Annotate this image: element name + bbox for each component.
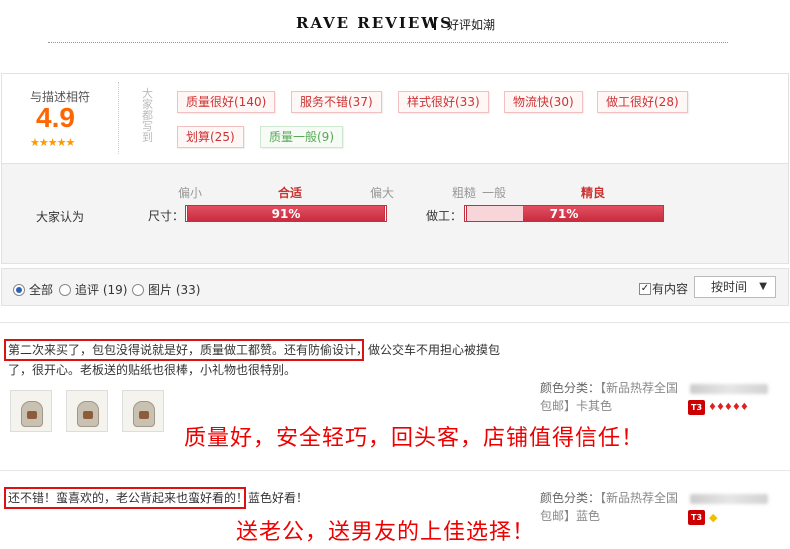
rating-score: 4.9 <box>36 102 75 133</box>
review-text: 第二次来买了，包包没得说就是好，质量做工都赞。还有防偷设计，做公交车不用担心被摸… <box>8 340 508 380</box>
username-blurred <box>690 494 768 504</box>
summary-top: 与描述相符 4.9 ★★★★★ 大家都写到 质量很好(140) 服务不错(37)… <box>2 74 788 164</box>
filter-followup[interactable]: 追评 (19) <box>59 281 127 298</box>
size-tick-left <box>185 205 188 222</box>
review-photo-thumbnail[interactable] <box>66 390 108 432</box>
section-title: RAVE REVIEWS <box>296 14 453 32</box>
tag-quality-good[interactable]: 质量很好(140) <box>177 91 276 113</box>
divider <box>0 322 790 323</box>
size-low-label: 偏小 <box>178 186 203 200</box>
rating-summary: 与描述相符 4.9 ★★★★★ 大家都写到 质量很好(140) 服务不错(37)… <box>1 73 789 264</box>
review-item: 还不错！蛮喜欢的，老公背起来也蛮好看的！蓝色好看！ 送老公，送男友的上佳选择！ … <box>0 470 790 549</box>
tag-good-value[interactable]: 划算(25) <box>177 126 244 148</box>
filter-images[interactable]: 图片 (33) <box>132 281 200 298</box>
user-level-badge: T3 <box>688 400 705 415</box>
user-level-badge: T3 <box>688 510 705 525</box>
chevron-down-icon: ▼ <box>759 281 767 292</box>
tags-vertical-label: 大家都写到 <box>142 87 153 144</box>
review-text-rest: 做公交车不用担心被摸包 <box>368 343 501 357</box>
review-annotation: 送老公，送男友的上佳选择！ <box>236 520 536 545</box>
checkbox-checked-icon[interactable]: ✓ <box>639 282 651 295</box>
review-sku: 颜色分类：【新品热荐全国包邮】卡其色 <box>540 381 679 413</box>
section-header: RAVE REVIEWS 好评如潮 <box>0 0 790 45</box>
radio-icon[interactable] <box>59 283 71 296</box>
section-subtitle: 好评如潮 <box>447 18 496 32</box>
size-bar: 91% <box>185 205 387 222</box>
review-sku: 颜色分类：【新品热荐全国包邮】蓝色 <box>540 491 679 523</box>
radio-icon[interactable] <box>13 283 25 296</box>
work-high-label: 精良 <box>581 186 606 200</box>
divider <box>0 470 790 471</box>
tag-shipping-fast[interactable]: 物流快(30) <box>504 91 583 113</box>
title-divider <box>434 17 436 30</box>
tag-workmanship-good[interactable]: 做工很好(28) <box>597 91 688 113</box>
work-low-label: 粗糙 <box>452 186 477 200</box>
size-percent: 91% <box>271 207 301 221</box>
review-photo-thumbnail[interactable] <box>122 390 164 432</box>
review-photo-thumbnail[interactable] <box>10 390 52 432</box>
tag-quality-average[interactable]: 质量一般(9) <box>260 126 343 148</box>
crowd-label: 大家认为 <box>36 210 85 224</box>
work-bar: 71% <box>464 205 664 222</box>
size-label: 尺寸： <box>148 209 185 223</box>
size-mid-label: 合适 <box>278 186 303 200</box>
work-label: 做工： <box>426 209 463 223</box>
credit-diamond-icon: ◆ <box>709 511 718 524</box>
username-blurred <box>690 384 768 394</box>
work-percent: 71% <box>549 207 579 221</box>
work-midlow-label: 一般 <box>482 186 507 200</box>
divider <box>118 82 119 154</box>
review-text-highlight: 还不错！蛮喜欢的，老公背起来也蛮好看的！ <box>8 491 249 505</box>
radio-icon[interactable] <box>132 283 144 296</box>
review-text-rest: 蓝色好看！ <box>248 491 309 505</box>
review-filter-bar: 全部 追评 (19) 图片 (33) ✓ 有内容 按时间 ▼ <box>1 268 789 306</box>
review-text: 还不错！蛮喜欢的，老公背起来也蛮好看的！蓝色好看！ <box>8 488 508 508</box>
dotted-rule <box>48 42 728 43</box>
crowd-opinion: 大家认为 偏小 合适 偏大 尺寸： 91% 粗糙 一般 精良 做工： 71% <box>2 164 788 263</box>
credit-hearts-icon: ♦♦♦♦♦ <box>708 402 749 413</box>
rating-stars-icon: ★★★★★ <box>30 136 75 149</box>
review-text-line2: 了，很开心。老板送的贴纸也很棒，小礼物也很特别。 <box>8 363 297 377</box>
review-text-highlight: 第二次来买了，包包没得说就是好，质量做工都赞。还有防偷设计， <box>8 343 369 357</box>
sort-select[interactable]: 按时间 ▼ <box>694 276 776 298</box>
review-annotation: 质量好，安全轻巧，回头客，店铺值得信任！ <box>184 426 645 451</box>
tag-service-good[interactable]: 服务不错(37) <box>291 91 382 113</box>
size-high-label: 偏大 <box>370 186 395 200</box>
has-content-checkbox[interactable]: ✓ 有内容 <box>639 280 688 297</box>
tag-style-good[interactable]: 样式很好(33) <box>398 91 489 113</box>
review-item: 第二次来买了，包包没得说就是好，质量做工都赞。还有防偷设计，做公交车不用担心被摸… <box>0 322 790 470</box>
size-tick-right <box>384 205 387 222</box>
filter-all[interactable]: 全部 <box>13 281 53 298</box>
